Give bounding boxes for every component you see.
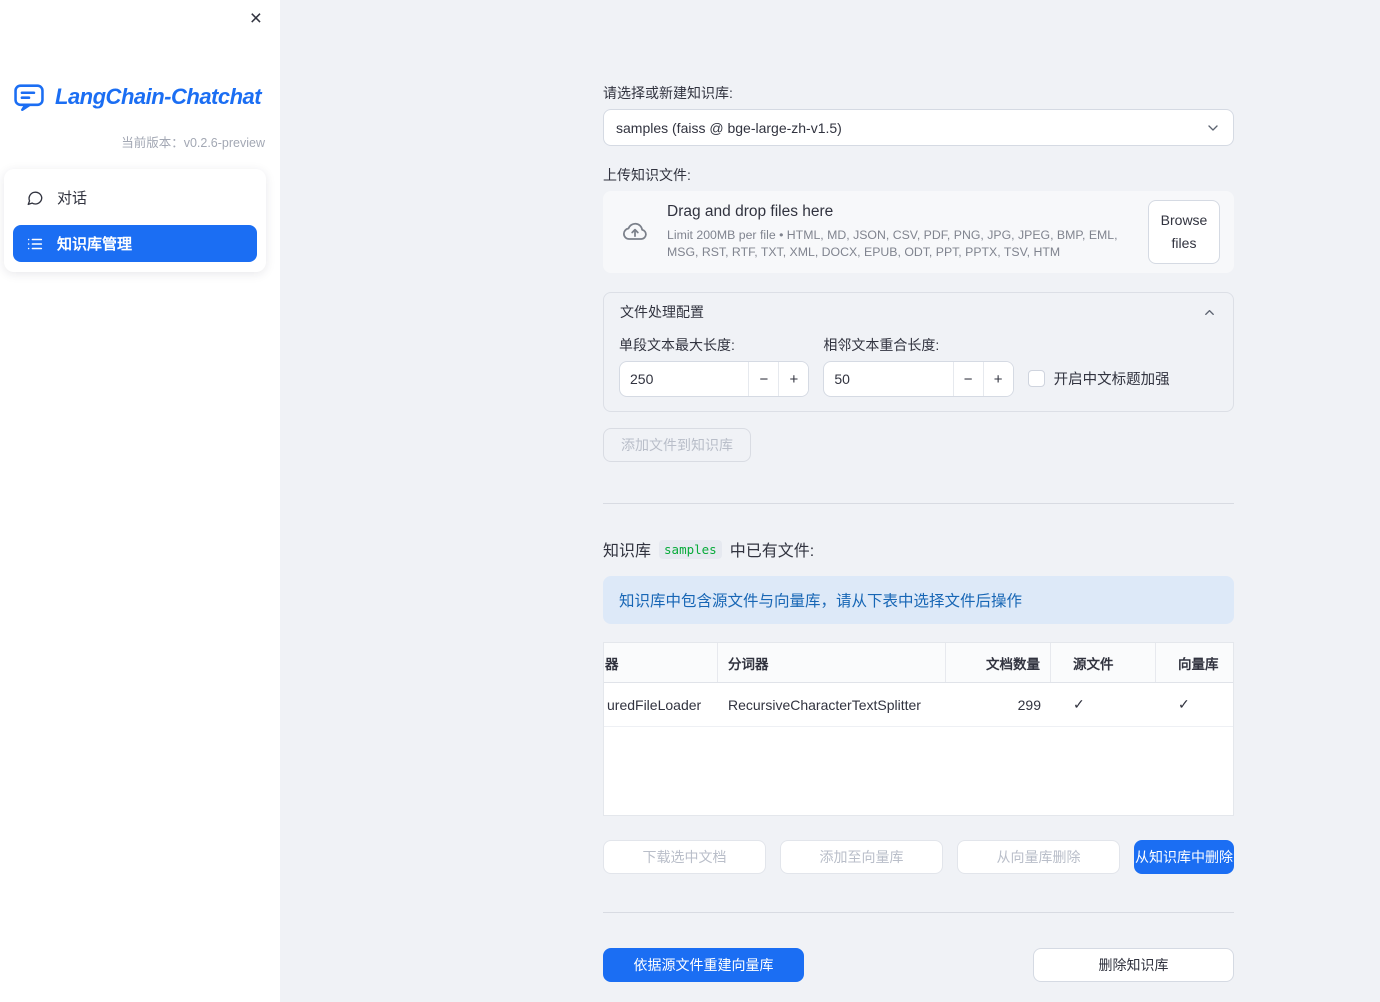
expander-body: 单段文本最大长度: 250 − + 相邻文本重合长度: 50 − + 开启中文标… xyxy=(604,331,1233,411)
chat-bubble-icon xyxy=(26,189,44,207)
files-table: 器 分词器 文档数量 源文件 向量库 uredFileLoader Recurs… xyxy=(603,642,1234,816)
kb-actions-row: 依据源文件重建向量库 删除知识库 xyxy=(603,948,1234,982)
existing-files-heading: 知识库 samples 中已有文件: xyxy=(603,537,1234,561)
add-files-to-kb-button[interactable]: 添加文件到知识库 xyxy=(603,428,751,462)
rebuild-vector-button[interactable]: 依据源文件重建向量库 xyxy=(603,948,804,982)
chunk-size-field: 单段文本最大长度: 250 − + xyxy=(619,335,810,397)
overlap-label: 相邻文本重合长度: xyxy=(823,337,940,353)
heading-suffix: 中已有文件: xyxy=(729,543,815,560)
table-header-splitter[interactable]: 分词器 xyxy=(718,643,946,682)
table-header-row: 器 分词器 文档数量 源文件 向量库 xyxy=(604,643,1233,683)
divider xyxy=(603,912,1234,913)
overlap-field: 相邻文本重合长度: 50 − + xyxy=(823,335,1014,397)
sidebar-item-chat[interactable]: 对话 xyxy=(13,179,257,216)
chunk-size-stepper: 250 − + xyxy=(619,361,810,397)
table-header-doc-count[interactable]: 文档数量 xyxy=(946,643,1051,682)
kb-select-label: 请选择或新建知识库: xyxy=(603,85,733,101)
delete-from-vector-button[interactable]: 从向量库删除 xyxy=(957,840,1120,874)
info-banner: 知识库中包含源文件与向量库，请从下表中选择文件后操作 xyxy=(603,576,1234,624)
dropzone-limit: Limit 200MB per file • HTML, MD, JSON, C… xyxy=(667,228,1118,259)
chunk-minus-button[interactable]: − xyxy=(748,362,779,396)
delete-kb-button[interactable]: 删除知识库 xyxy=(1033,948,1234,982)
cell-doc-count: 299 xyxy=(1017,696,1041,713)
cell-loader: uredFileLoader xyxy=(607,696,702,713)
file-config-expander: 文件处理配置 单段文本最大长度: 250 − + 相邻文本重合长度: 50 − … xyxy=(603,292,1234,412)
table-row[interactable]: uredFileLoader RecursiveCharacterTextSpl… xyxy=(604,683,1233,727)
sidebar-item-kb-management[interactable]: 知识库管理 xyxy=(13,225,257,262)
table-header-vector[interactable]: 向量库 xyxy=(1156,643,1233,682)
file-actions-row: 下载选中文档 添加至向量库 从向量库删除 从知识库中删除 xyxy=(603,840,1234,874)
info-text: 知识库中包含源文件与向量库，请从下表中选择文件后操作 xyxy=(619,593,1023,610)
check-icon: ✓ xyxy=(1073,696,1085,712)
overlap-minus-button[interactable]: − xyxy=(952,362,983,396)
overlap-stepper: 50 − + xyxy=(823,361,1014,397)
list-icon xyxy=(26,235,44,253)
heading-prefix: 知识库 xyxy=(603,543,652,560)
table-header-loader[interactable]: 器 xyxy=(604,643,718,682)
zh-title-checkbox-label: 开启中文标题加强 xyxy=(1053,372,1170,388)
cell-source-check: ✓ xyxy=(1051,683,1156,726)
chunk-size-input[interactable]: 250 xyxy=(620,362,748,396)
sidebar-close-button[interactable]: × xyxy=(244,4,268,33)
version-text: 当前版本：v0.2.6-preview xyxy=(121,136,265,150)
close-icon: × xyxy=(249,7,262,30)
add-to-vector-button[interactable]: 添加至向量库 xyxy=(780,840,943,874)
overlap-input[interactable]: 50 xyxy=(824,362,952,396)
checkbox-box-icon[interactable] xyxy=(1027,370,1045,387)
table-empty-area xyxy=(604,727,1233,815)
logo-text: LangChain-Chatchat xyxy=(55,84,262,109)
sidebar-menu: 对话 知识库管理 xyxy=(4,169,266,272)
slot-delete: 删除知识库 xyxy=(1033,948,1234,982)
zh-title-field: 开启中文标题加强 xyxy=(1027,335,1218,397)
chevron-down-icon xyxy=(1205,120,1221,136)
delete-from-kb-button[interactable]: 从知识库中删除 xyxy=(1134,840,1234,874)
slot-rebuild: 依据源文件重建向量库 xyxy=(603,948,804,982)
sidebar: × LangChain-Chatchat 当前版本：v0.2.6-preview xyxy=(0,0,280,1002)
chunk-plus-button[interactable]: + xyxy=(778,362,809,396)
browse-files-button[interactable]: Browse files xyxy=(1148,199,1220,265)
file-dropzone[interactable]: Drag and drop files here Limit 200MB per… xyxy=(603,191,1234,273)
dropzone-text: Drag and drop files here Limit 200MB per… xyxy=(667,203,1132,260)
expander-title: 文件处理配置 xyxy=(620,304,704,320)
kb-select[interactable]: samples (faiss @ bge-large-zh-v1.5) xyxy=(603,109,1234,146)
chat-logo-icon xyxy=(12,80,46,114)
cell-vector-check: ✓ xyxy=(1156,683,1233,726)
overlap-plus-button[interactable]: + xyxy=(982,362,1013,396)
check-icon: ✓ xyxy=(1178,696,1190,712)
upload-label: 上传知识文件: xyxy=(603,167,691,183)
zh-title-checkbox[interactable]: 开启中文标题加强 xyxy=(1027,368,1218,389)
sidebar-item-label: 知识库管理 xyxy=(57,236,133,253)
table-header-source[interactable]: 源文件 xyxy=(1051,643,1156,682)
expander-header[interactable]: 文件处理配置 xyxy=(604,293,1233,331)
main-area: 请选择或新建知识库: samples (faiss @ bge-large-zh… xyxy=(280,0,1380,1002)
divider xyxy=(603,503,1234,504)
kb-select-value: samples (faiss @ bge-large-zh-v1.5) xyxy=(616,119,842,136)
cloud-upload-icon xyxy=(619,218,651,246)
cell-splitter: RecursiveCharacterTextSplitter xyxy=(728,696,921,713)
app-window: × LangChain-Chatchat 当前版本：v0.2.6-preview xyxy=(0,0,1380,1002)
sidebar-item-label: 对话 xyxy=(57,190,88,207)
dropzone-title: Drag and drop files here xyxy=(667,203,834,221)
content-column: 请选择或新建知识库: samples (faiss @ bge-large-zh… xyxy=(603,0,1234,982)
app-logo: LangChain-Chatchat xyxy=(12,80,272,114)
kb-name-code: samples xyxy=(659,539,722,559)
chevron-up-icon xyxy=(1202,305,1217,320)
chunk-size-label: 单段文本最大长度: xyxy=(619,337,735,353)
download-docs-button[interactable]: 下载选中文档 xyxy=(603,840,766,874)
